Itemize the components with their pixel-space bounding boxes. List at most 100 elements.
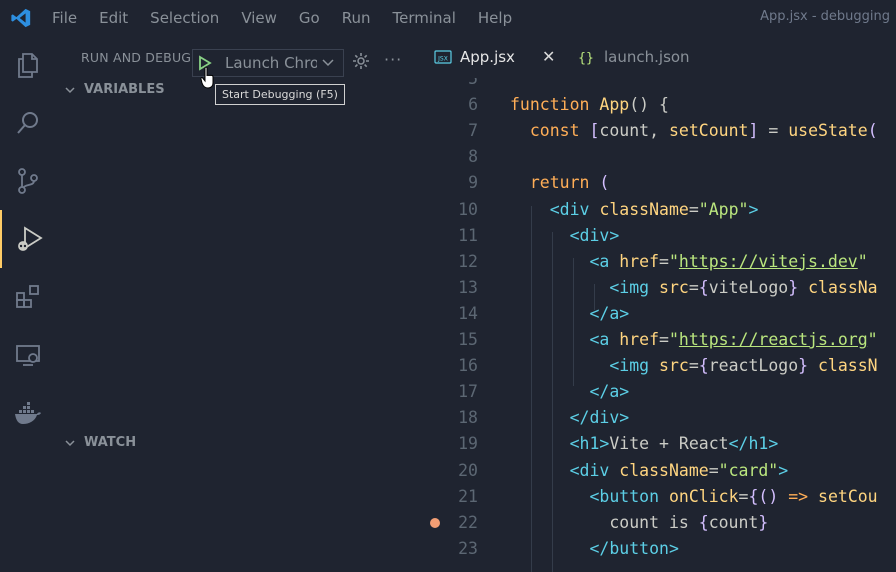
code-line[interactable]: 20 <div className="card"> <box>420 458 896 484</box>
code-editor[interactable]: 5 6 function App() { 7 const [count, setCou… <box>420 78 896 572</box>
line-number: 14 <box>458 303 478 323</box>
sidebar-header: RUN AND DEBUG Launch Chrome ··· <box>56 42 420 77</box>
watch-label: WATCH <box>84 435 137 450</box>
code-line[interactable]: 23 </button> <box>420 536 896 562</box>
code-line[interactable]: 9 return ( <box>420 170 896 196</box>
search-button[interactable] <box>0 94 56 152</box>
code-text: <div> <box>569 225 620 245</box>
code-line[interactable]: 5 <box>420 78 896 92</box>
hand-cursor-icon <box>200 66 214 89</box>
code-text: </div> <box>569 408 630 428</box>
line-number: 7 <box>468 121 478 141</box>
code-line[interactable]: 6 function App() { <box>420 92 896 118</box>
line-number: 8 <box>468 147 478 167</box>
code-line[interactable]: 19 <h1>Vite + React</h1> <box>420 431 896 457</box>
code-line[interactable]: 13 <img src={viteLogo} classNa <box>420 275 896 301</box>
code-line[interactable]: 18 </div> <box>420 405 896 431</box>
menu-view[interactable]: View <box>241 9 277 27</box>
line-number: 19 <box>458 434 478 454</box>
chevron-down-icon <box>65 439 75 446</box>
menu-help[interactable]: Help <box>478 9 512 27</box>
tab-app-jsx[interactable]: JSX App.jsx ✕ <box>420 36 564 80</box>
svg-text:JSX: JSX <box>437 56 448 63</box>
run-debug-button[interactable] <box>0 210 58 268</box>
code-text: count is {count} <box>510 512 769 532</box>
svg-text:{}: {} <box>578 51 594 65</box>
source-control-button[interactable] <box>0 152 56 210</box>
line-number: 21 <box>458 486 478 506</box>
close-icon[interactable]: ✕ <box>542 47 555 66</box>
menu-selection[interactable]: Selection <box>150 9 219 27</box>
code-line[interactable]: 14 </a> <box>420 301 896 327</box>
docker-button[interactable] <box>0 384 56 442</box>
line-number: 10 <box>458 199 478 219</box>
menu-edit[interactable]: Edit <box>99 9 128 27</box>
chevron-down-icon <box>322 59 334 67</box>
code-line[interactable]: 22 count is {count} <box>420 510 896 536</box>
line-number: 6 <box>468 95 478 115</box>
explorer-button[interactable] <box>0 36 56 94</box>
json-file-icon: {} <box>578 51 594 65</box>
gear-icon[interactable] <box>352 52 370 70</box>
code-line[interactable]: 11 <div> <box>420 223 896 249</box>
code-text: <a href="https://reactjs.org" <box>589 330 878 349</box>
code-line[interactable]: 12 <a href="https://vitejs.dev" <box>420 249 896 275</box>
code-text: function App() { <box>510 95 669 115</box>
code-text: </a> <box>589 303 630 323</box>
code-text: <img src={reactLogo} classN <box>609 356 878 376</box>
code-line[interactable]: 8 <box>420 144 896 170</box>
remote-explorer-icon <box>16 345 40 366</box>
code-line[interactable]: 15 <a href="https://reactjs.org" <box>420 327 896 353</box>
vscode-logo-icon <box>11 8 31 28</box>
menu-terminal[interactable]: Terminal <box>393 9 456 27</box>
variables-section-header[interactable]: VARIABLES <box>64 82 165 97</box>
line-number: 22 <box>458 512 478 532</box>
source-control-icon <box>18 168 38 194</box>
code-line[interactable]: 21 <button onClick={() => setCou <box>420 484 896 510</box>
jsx-file-icon: JSX <box>434 50 452 64</box>
chevron-down-icon <box>65 86 75 93</box>
menu-bar: File Edit Selection View Go Run Terminal… <box>52 0 534 36</box>
code-text: <div className="App"> <box>549 199 759 219</box>
more-actions-icon[interactable]: ··· <box>384 50 402 69</box>
code-text: <img src={viteLogo} classNa <box>609 277 878 297</box>
code-text: return ( <box>529 173 610 193</box>
menu-go[interactable]: Go <box>299 9 320 27</box>
line-number: 20 <box>458 460 478 480</box>
menu-file[interactable]: File <box>52 9 77 27</box>
line-number: 23 <box>458 538 478 558</box>
line-number: 15 <box>458 330 478 349</box>
code-line[interactable]: 17 </a> <box>420 379 896 405</box>
line-number: 17 <box>458 382 478 402</box>
menu-run[interactable]: Run <box>342 9 371 27</box>
code-text: <button onClick={() => setCou <box>589 486 878 506</box>
search-icon <box>17 112 38 134</box>
code-text: <a href="https://vitejs.dev" <box>589 251 868 271</box>
line-number: 13 <box>458 277 478 297</box>
run-debug-sidebar: RUN AND DEBUG Launch Chrome ··· VARIABLE… <box>56 36 420 572</box>
variables-label: VARIABLES <box>84 82 165 97</box>
line-number: 5 <box>468 78 478 88</box>
code-line[interactable]: 10 <div className="App"> <box>420 197 896 223</box>
tab-launch-json[interactable]: {} launch.json <box>574 36 724 78</box>
tab-launch-json-label: launch.json <box>604 48 690 66</box>
activity-bar <box>0 36 56 572</box>
line-number: 12 <box>458 251 478 271</box>
extensions-button[interactable] <box>0 268 56 326</box>
docker-icon <box>15 402 41 424</box>
code-line[interactable]: 7 const [count, setCount] = useState( <box>420 118 896 144</box>
editor-tabs: JSX App.jsx ✕ {} launch.json <box>420 36 896 80</box>
code-text: const [count, setCount] = useState( <box>529 121 878 141</box>
code-line[interactable]: 16 <img src={reactLogo} classN <box>420 353 896 379</box>
title-bar: File Edit Selection View Go Run Terminal… <box>0 0 896 36</box>
line-number: 11 <box>458 225 478 245</box>
extensions-icon <box>16 285 39 308</box>
watch-section-header[interactable]: WATCH <box>64 435 136 450</box>
remote-explorer-button[interactable] <box>0 326 56 384</box>
window-title: App.jsx - debugging <box>760 9 890 24</box>
code-text: </button> <box>589 538 679 558</box>
sidebar-title: RUN AND DEBUG <box>81 50 192 65</box>
run-debug-icon <box>18 226 43 251</box>
code-text: <div className="card"> <box>569 460 789 480</box>
launch-config-name: Launch Chrome <box>225 54 317 72</box>
